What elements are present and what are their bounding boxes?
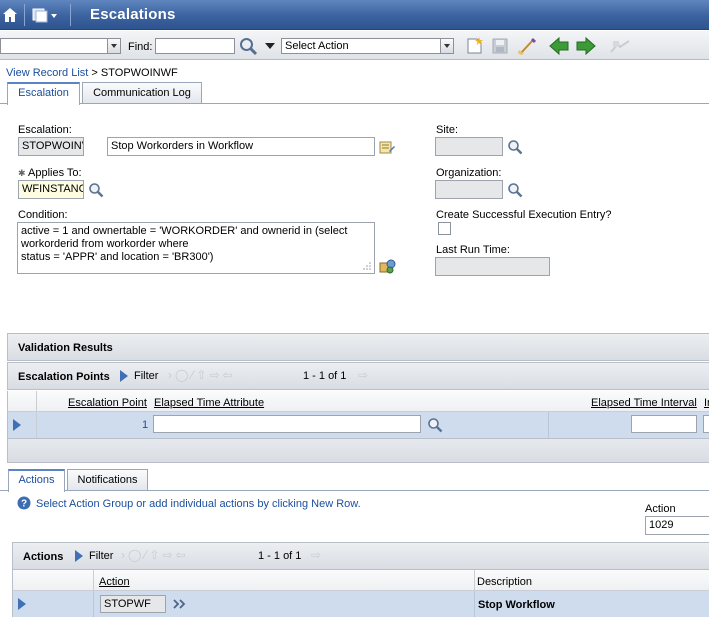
disabled-toolbar-icons: ›◯⁄⇧⇨⇦ bbox=[121, 548, 189, 562]
escalation-field[interactable]: STOPWOINV bbox=[18, 137, 84, 156]
title-separator bbox=[70, 4, 71, 26]
long-description-icon[interactable] bbox=[379, 139, 395, 155]
resize-grip-icon[interactable] bbox=[362, 261, 371, 270]
find-label: Find: bbox=[128, 41, 153, 53]
organization-field[interactable] bbox=[435, 180, 503, 199]
condition-line: active = 1 and ownertable = 'WORKORDER' … bbox=[21, 225, 348, 237]
next-page-icon: ⇨ bbox=[358, 368, 372, 382]
escalation-description-field[interactable]: Stop Workorders in Workflow bbox=[107, 137, 375, 156]
search-icon[interactable] bbox=[239, 37, 258, 56]
tab-notifications[interactable]: Notifications bbox=[67, 469, 148, 491]
clear-changes-icon[interactable] bbox=[517, 37, 537, 55]
escalation-label: Escalation: bbox=[18, 124, 72, 136]
required-marker-icon: ✱ bbox=[18, 168, 26, 178]
applies-to-label-text: Applies To: bbox=[28, 167, 82, 179]
new-record-icon[interactable] bbox=[466, 37, 483, 55]
filter-arrow-icon[interactable] bbox=[75, 550, 83, 562]
action-description: Stop Workflow bbox=[478, 599, 555, 611]
title-separator bbox=[24, 4, 25, 26]
select-action-dropdown[interactable]: Select Action bbox=[281, 38, 441, 54]
last-run-label: Last Run Time: bbox=[436, 244, 510, 256]
search-icon[interactable] bbox=[507, 182, 523, 198]
site-field[interactable] bbox=[435, 137, 503, 156]
validation-results-section[interactable]: Validation Results bbox=[7, 333, 709, 361]
title-bar: Escalations bbox=[0, 0, 709, 30]
organization-label: Organization: bbox=[436, 167, 502, 179]
pager: 1 - 1 of 1 bbox=[303, 370, 347, 382]
filter-link[interactable]: Filter bbox=[89, 550, 113, 562]
section-title: Escalation Points bbox=[18, 371, 110, 383]
applies-to-label: ✱ Applies To: bbox=[18, 167, 82, 179]
table-row[interactable]: STOPWF Stop Workflow bbox=[12, 591, 709, 617]
sub-tab-divider bbox=[0, 490, 709, 491]
disabled-toolbar-icons: ›◯⁄⇧⇨⇦ bbox=[168, 368, 236, 382]
create-entry-label: Create Successful Execution Entry? bbox=[436, 209, 612, 221]
chevron-down-icon[interactable] bbox=[264, 41, 276, 51]
column-action[interactable]: Action bbox=[99, 576, 130, 588]
action-field[interactable]: STOPWF bbox=[100, 595, 166, 613]
filter-link[interactable]: Filter bbox=[134, 370, 158, 382]
search-icon[interactable] bbox=[427, 417, 443, 433]
last-run-field[interactable] bbox=[435, 257, 550, 276]
tab-divider bbox=[0, 103, 709, 104]
tab-communication-log[interactable]: Communication Log bbox=[82, 82, 202, 104]
view-record-list-link[interactable]: View Record List bbox=[6, 67, 88, 79]
column-elapsed-time-interval[interactable]: Elapsed Time Interval bbox=[591, 397, 697, 409]
pages-menu-icon[interactable] bbox=[32, 7, 60, 23]
row-expand-icon[interactable] bbox=[13, 419, 21, 431]
actions-column-header: Action Description bbox=[12, 570, 709, 591]
escalation-points-header: Escalation Points Filter ›◯⁄⇧⇨⇦ 1 - 1 of… bbox=[7, 362, 709, 390]
breadcrumb-separator: > bbox=[91, 67, 98, 79]
go-to-action-icon[interactable] bbox=[173, 599, 187, 609]
actions-table-header: Actions Filter ›◯⁄⇧⇨⇦ 1 - 1 of 1 ⇨ bbox=[12, 542, 709, 570]
help-icon: ? bbox=[17, 496, 31, 510]
column-escalation-point[interactable]: Escalation Point bbox=[68, 397, 147, 409]
section-title: Actions bbox=[23, 551, 64, 563]
breadcrumb-record: STOPWOINWF bbox=[100, 67, 178, 79]
search-icon[interactable] bbox=[507, 139, 523, 155]
pager: 1 - 1 of 1 bbox=[258, 550, 302, 562]
escalation-points-column-header: Escalation Point Elapsed Time Attribute … bbox=[7, 391, 709, 412]
escalation-points-footer bbox=[7, 438, 709, 463]
elapsed-time-attribute-field[interactable] bbox=[153, 415, 421, 433]
home-icon[interactable] bbox=[2, 7, 18, 23]
record-selector-dropdown[interactable] bbox=[108, 38, 121, 54]
select-action-arrow[interactable] bbox=[441, 38, 454, 54]
applies-to-field[interactable]: WFINSTANC bbox=[18, 180, 84, 199]
save-icon[interactable] bbox=[492, 38, 508, 54]
column-in[interactable]: In bbox=[704, 397, 709, 409]
view-bookmarks-icon bbox=[610, 40, 630, 53]
actions-help-text: Select Action Group or add individual ac… bbox=[36, 498, 361, 510]
table-row[interactable]: 1 bbox=[7, 412, 709, 438]
find-input[interactable] bbox=[155, 38, 235, 54]
column-description: Description bbox=[477, 576, 533, 588]
condition-line: status = 'APPR' and location = 'BR300') bbox=[21, 251, 214, 263]
row-expand-icon[interactable] bbox=[18, 598, 26, 610]
record-selector[interactable] bbox=[0, 38, 108, 54]
breadcrumb: View Record List > STOPWOINWF bbox=[6, 67, 178, 79]
condition-label: Condition: bbox=[18, 209, 68, 221]
tab-escalation[interactable]: Escalation bbox=[7, 82, 80, 105]
elapsed-time-interval-field[interactable] bbox=[631, 415, 697, 433]
condition-builder-icon[interactable] bbox=[379, 259, 396, 274]
create-entry-checkbox[interactable] bbox=[438, 222, 451, 235]
next-page-icon: ⇨ bbox=[311, 548, 325, 562]
tab-actions[interactable]: Actions bbox=[8, 469, 65, 492]
search-icon[interactable] bbox=[88, 182, 104, 198]
interval-unit-field[interactable] bbox=[703, 415, 709, 433]
site-label: Site: bbox=[436, 124, 459, 136]
next-record-icon[interactable] bbox=[576, 37, 596, 55]
filter-arrow-icon[interactable] bbox=[120, 370, 128, 382]
escalation-point-value: 1 bbox=[142, 419, 149, 431]
condition-textarea[interactable]: active = 1 and ownertable = 'WORKORDER' … bbox=[17, 222, 375, 274]
previous-record-icon[interactable] bbox=[549, 37, 569, 55]
app-title: Escalations bbox=[90, 6, 176, 23]
section-title: Validation Results bbox=[18, 342, 113, 354]
svg-text:?: ? bbox=[21, 499, 27, 510]
column-elapsed-time-attribute[interactable]: Elapsed Time Attribute bbox=[154, 397, 264, 409]
action-group-field[interactable]: 1029 bbox=[645, 516, 709, 535]
condition-line: workorderid from workorder where bbox=[21, 238, 189, 250]
